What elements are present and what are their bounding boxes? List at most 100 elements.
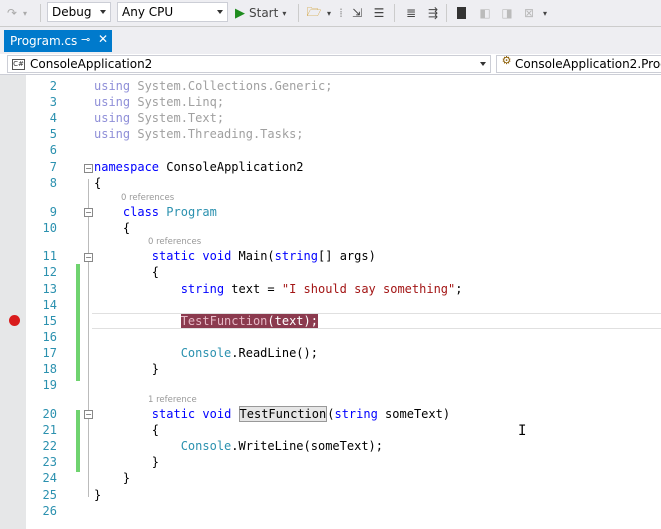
configuration-dropdown[interactable]: Debug: [47, 2, 111, 22]
step-into-icon[interactable]: ⇲: [348, 3, 366, 23]
namespace-name: ConsoleApplication2: [166, 160, 304, 174]
line-number: 7: [49, 160, 57, 174]
line-number: 18: [42, 362, 57, 376]
method-call: .ReadLine();: [231, 346, 318, 360]
breakpoint-call-args: (text);: [267, 314, 318, 328]
tab-title: Program.cs: [10, 34, 78, 48]
code-line: }: [94, 361, 159, 377]
code-line: }: [94, 470, 130, 486]
line-number: 24: [42, 471, 57, 485]
code-line: Console.WriteLine(someText);: [94, 438, 383, 454]
keyword: using: [94, 111, 131, 125]
line-number: 13: [42, 282, 57, 296]
find-in-files-icon[interactable]: 🗁: [305, 3, 323, 23]
step-over-icon[interactable]: ☰: [370, 3, 388, 23]
indicator-margin[interactable]: [0, 75, 26, 529]
outline-guide: [88, 179, 89, 497]
pin-icon[interactable]: ⊸: [81, 33, 90, 46]
parameters: [] args): [318, 249, 376, 263]
toolbar-separator: [394, 4, 395, 22]
namespace-ref: System.Collections.Generic;: [137, 79, 333, 93]
line-number: 26: [42, 504, 57, 518]
toolbar-separator: [446, 4, 447, 22]
brace: }: [151, 362, 160, 376]
code-editor[interactable]: − − − − 2 3 4 5 6 7 8 9 10 11 12 13 14 1…: [0, 75, 661, 529]
keyword: string: [180, 282, 225, 296]
collapse-icon[interactable]: −: [84, 208, 93, 217]
redo-icon[interactable]: ↷: [4, 3, 20, 23]
brace: }: [151, 455, 160, 469]
toolbar-separator: [298, 4, 299, 22]
toolbar-separator: [40, 4, 41, 22]
toolbar-overflow-icon[interactable]: ▾: [540, 3, 550, 23]
bookmark-icon[interactable]: [452, 3, 470, 23]
namespace-ref: System.Text;: [137, 111, 225, 125]
project-dropdown[interactable]: C# ConsoleApplication2: [7, 55, 491, 73]
codelens-references[interactable]: 1 reference: [148, 395, 197, 405]
chevron-down-icon: [480, 62, 486, 66]
code-line: {: [94, 175, 101, 191]
tab-program-cs[interactable]: Program.cs ⊸ ✕: [4, 30, 112, 52]
code-line: }: [94, 454, 159, 470]
platform-dropdown[interactable]: Any CPU: [117, 2, 228, 22]
chevron-down-icon[interactable]: ▾: [324, 3, 334, 23]
code-line: {: [94, 220, 130, 236]
uncomment-lines-icon[interactable]: ⇶: [424, 3, 442, 23]
line-number: 11: [42, 249, 57, 263]
start-label: Start: [249, 6, 279, 20]
project-name: ConsoleApplication2: [30, 57, 153, 71]
codelens-references[interactable]: 0 references: [121, 193, 174, 203]
configuration-value: Debug: [52, 5, 92, 19]
comment-lines-icon[interactable]: ≣: [402, 3, 420, 23]
csharp-project-icon: C#: [12, 59, 25, 70]
collapse-icon[interactable]: −: [84, 410, 93, 419]
redo-dropdown-icon[interactable]: ▾: [20, 3, 30, 23]
line-number: 3: [49, 95, 57, 109]
keyword: void: [202, 407, 232, 421]
breakpoint-call-name: TestFunction: [180, 314, 268, 328]
clear-bookmarks-icon[interactable]: ⊠: [520, 3, 538, 23]
document-tabstrip: Program.cs ⊸ ✕: [0, 27, 661, 80]
keyword: using: [94, 79, 131, 93]
keyword: using: [94, 95, 131, 109]
code-line: static void Main(string[] args): [94, 248, 376, 264]
navigation-bar: C# ConsoleApplication2 ⚙ ConsoleApplicat…: [0, 54, 661, 75]
keyword: string: [274, 249, 319, 263]
code-line: Console.ReadLine();: [94, 345, 318, 361]
keyword: namespace: [94, 160, 160, 174]
play-icon: ▶: [235, 5, 245, 21]
close-icon[interactable]: ✕: [98, 32, 108, 46]
line-number: 9: [49, 205, 57, 219]
code-line: using System.Threading.Tasks;: [94, 126, 304, 142]
codelens-references[interactable]: 0 references: [148, 237, 201, 247]
method-call: .WriteLine(someText);: [231, 439, 383, 453]
platform-value: Any CPU: [122, 5, 174, 19]
line-number: 25: [42, 488, 57, 502]
brace: }: [94, 488, 102, 502]
breakpoint-icon[interactable]: [9, 315, 20, 326]
change-tracking-bar: [76, 410, 80, 472]
code-line: using System.Linq;: [94, 94, 224, 110]
next-bookmark-icon[interactable]: ◨: [498, 3, 516, 23]
code-line: static void TestFunction(string someText…: [94, 406, 450, 422]
collapse-icon[interactable]: −: [84, 253, 93, 262]
brace: {: [151, 265, 160, 279]
code-line: {: [94, 264, 159, 280]
line-number: 2: [49, 79, 57, 93]
scope-name: ConsoleApplication2.Program: [515, 57, 661, 71]
line-number: 17: [42, 346, 57, 360]
type-name: Console: [180, 439, 232, 453]
class-name: Program: [166, 205, 217, 219]
previous-bookmark-icon[interactable]: ◧: [476, 3, 494, 23]
code-line: {: [94, 422, 159, 438]
line-number: 10: [42, 221, 57, 235]
code-line: TestFunction(text);: [94, 313, 318, 329]
string-literal: "I should say something": [281, 282, 456, 296]
code-line: class Program: [94, 204, 217, 220]
start-button[interactable]: ▶ Start ▾: [235, 3, 291, 23]
keyword: string: [334, 407, 378, 421]
chevron-down-icon: ▾: [282, 8, 287, 18]
namespace-ref: System.Threading.Tasks;: [137, 127, 304, 141]
scope-dropdown[interactable]: ⚙ ConsoleApplication2.Program: [496, 55, 661, 73]
collapse-icon[interactable]: −: [84, 164, 93, 173]
